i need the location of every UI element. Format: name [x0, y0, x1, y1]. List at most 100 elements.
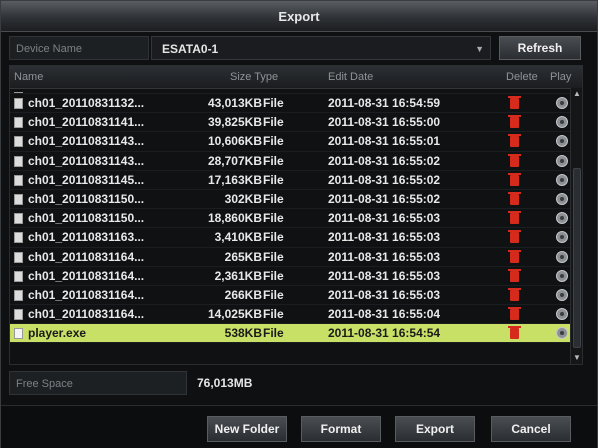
cancel-button[interactable]: Cancel — [491, 416, 571, 442]
file-edit-date: 2011-08-31 16:55:00 — [328, 115, 441, 130]
play-icon[interactable] — [556, 135, 568, 148]
play-icon[interactable] — [556, 154, 568, 167]
table-row[interactable]: ch01_20110831143... 28,707KB File 2011-08-3… — [10, 152, 570, 171]
play-icon[interactable] — [556, 231, 568, 244]
file-icon — [14, 251, 23, 263]
file-size: 17,163KB — [207, 172, 262, 187]
scroll-thumb[interactable] — [573, 168, 581, 348]
device-select-value: ESATA0-1 — [162, 42, 219, 56]
file-edit-date: 2011-08-31 16:55:03 — [328, 268, 441, 283]
table-row[interactable]: ch01_20110831150... 18,860KB File 2011-08-3… — [10, 209, 570, 229]
file-size: 18,860KB — [207, 211, 262, 226]
file-type: File — [263, 326, 284, 341]
trash-icon[interactable] — [508, 249, 521, 263]
file-edit-date: 2011-08-31 16:55:02 — [328, 191, 441, 206]
file-size: 14,025KB — [207, 307, 262, 322]
file-name: player.exe — [28, 326, 87, 341]
file-name: ch01_20110831143... — [28, 134, 145, 149]
file-edit-date: 2011-08-31 16:55:01 — [328, 134, 441, 149]
device-row: Device Name ESATA0-1 ▼ Refresh — [9, 35, 589, 61]
play-icon[interactable] — [556, 173, 568, 186]
play-icon[interactable] — [556, 269, 568, 282]
trash-icon[interactable] — [508, 134, 521, 148]
file-edit-date: 2011-08-31 16:55:03 — [328, 211, 441, 226]
trash-icon[interactable] — [508, 268, 521, 282]
free-space-label: Free Space — [9, 371, 187, 395]
play-icon[interactable] — [556, 250, 568, 263]
table-row[interactable]: ch01_20110831143... 10,606KB File 2011-08-3… — [10, 132, 570, 152]
file-icon — [14, 270, 23, 282]
file-type: File — [263, 268, 284, 283]
file-name: ch01_20110831150... — [28, 211, 145, 226]
play-icon[interactable] — [556, 116, 568, 129]
file-icon — [14, 155, 23, 167]
table-row[interactable]: ch01_20110831164... 14,025KB File 2011-08-3… — [10, 305, 570, 325]
play-icon[interactable] — [556, 327, 568, 340]
table-header: Name Size Type Edit Date Delete Play — [10, 66, 582, 89]
scroll-up-arrow-icon[interactable]: ▲ — [571, 88, 582, 100]
file-icon — [14, 309, 23, 321]
play-icon[interactable] — [556, 212, 568, 225]
file-type: File — [263, 134, 284, 149]
play-icon[interactable] — [556, 288, 568, 301]
free-space-row: Free Space 76,013MB — [9, 371, 589, 395]
file-name: ch01_20110831164... — [28, 249, 145, 264]
file-size: 3,410KB — [214, 230, 262, 245]
play-icon[interactable] — [556, 308, 568, 321]
file-edit-date: 2011-08-31 16:55:02 — [328, 153, 441, 168]
header-edit-date[interactable]: Edit Date — [328, 66, 373, 88]
header-name[interactable]: Name — [14, 66, 43, 88]
trash-icon[interactable] — [508, 307, 521, 321]
trash-icon[interactable] — [508, 153, 521, 167]
file-size: 43,013KB — [207, 96, 262, 110]
header-size-type[interactable]: Size Type — [230, 66, 278, 88]
trash-icon[interactable] — [508, 115, 521, 129]
file-icon — [14, 289, 23, 301]
table-row[interactable]: ch01_20110831150... 302KB File 2011-08-31 1… — [10, 190, 570, 210]
trash-icon[interactable] — [508, 211, 521, 225]
play-icon[interactable] — [556, 97, 568, 109]
file-type: File — [263, 230, 284, 245]
file-type: File — [263, 307, 284, 322]
table-row[interactable]: ch01_20110831164... 266KB File 2011-08-31 1… — [10, 286, 570, 306]
table-row[interactable]: player.exe 538KB File 2011-08-31 16:54:54 — [10, 324, 570, 344]
table-row[interactable]: ch01_20110831164... 2,361KB File 2011-08-31… — [10, 267, 570, 286]
file-type: File — [263, 249, 284, 264]
table-row[interactable]: ch01_20110831141... 39,825KB File 2011-08-3… — [10, 113, 570, 133]
file-icon — [14, 117, 23, 129]
play-icon[interactable] — [556, 192, 568, 205]
file-name: ch01_20110831150... — [28, 191, 145, 206]
table-row[interactable]: ch01_20110831164... 265KB File 2011-08-31 1… — [10, 248, 570, 267]
export-button[interactable]: Export — [395, 416, 475, 442]
chevron-down-icon: ▼ — [475, 44, 484, 54]
file-type: File — [263, 96, 284, 110]
table-row[interactable]: ch01_20110831132... 43,013KB File 2011-08-3… — [10, 94, 570, 114]
file-size: 2,361KB — [214, 268, 262, 283]
dialog-title: Export — [1, 1, 597, 32]
new-folder-button[interactable]: New Folder — [207, 416, 287, 442]
file-size: 266KB — [224, 287, 262, 302]
table-row[interactable]: ch01_20110831163... 3,410KB File 2011-08-31… — [10, 228, 570, 248]
file-size: 39,825KB — [207, 115, 262, 130]
scroll-down-arrow-icon[interactable]: ▼ — [571, 352, 582, 364]
format-button[interactable]: Format — [301, 416, 381, 442]
file-type: File — [263, 211, 284, 226]
trash-icon[interactable] — [508, 287, 521, 301]
file-type: File — [263, 115, 284, 130]
file-edit-date: 2011-08-31 16:54:59 — [328, 96, 441, 110]
trash-icon[interactable] — [508, 96, 521, 109]
file-table: Name Size Type Edit Date Delete Play ch0… — [9, 65, 583, 365]
trash-icon[interactable] — [508, 230, 521, 244]
device-select[interactable]: ESATA0-1 ▼ — [151, 36, 491, 60]
device-name-label: Device Name — [9, 36, 149, 60]
file-edit-date: 2011-08-31 16:54:54 — [328, 326, 441, 341]
file-size: 265KB — [224, 249, 262, 264]
trash-icon[interactable] — [508, 326, 521, 340]
refresh-button[interactable]: Refresh — [499, 36, 581, 60]
file-icon — [14, 193, 23, 205]
file-edit-date: 2011-08-31 16:55:03 — [328, 287, 441, 302]
trash-icon[interactable] — [508, 191, 521, 205]
scrollbar[interactable]: ▲ ▼ — [570, 88, 582, 364]
table-row[interactable]: ch01_20110831145... 17,163KB File 2011-08-3… — [10, 171, 570, 190]
trash-icon[interactable] — [508, 172, 521, 186]
